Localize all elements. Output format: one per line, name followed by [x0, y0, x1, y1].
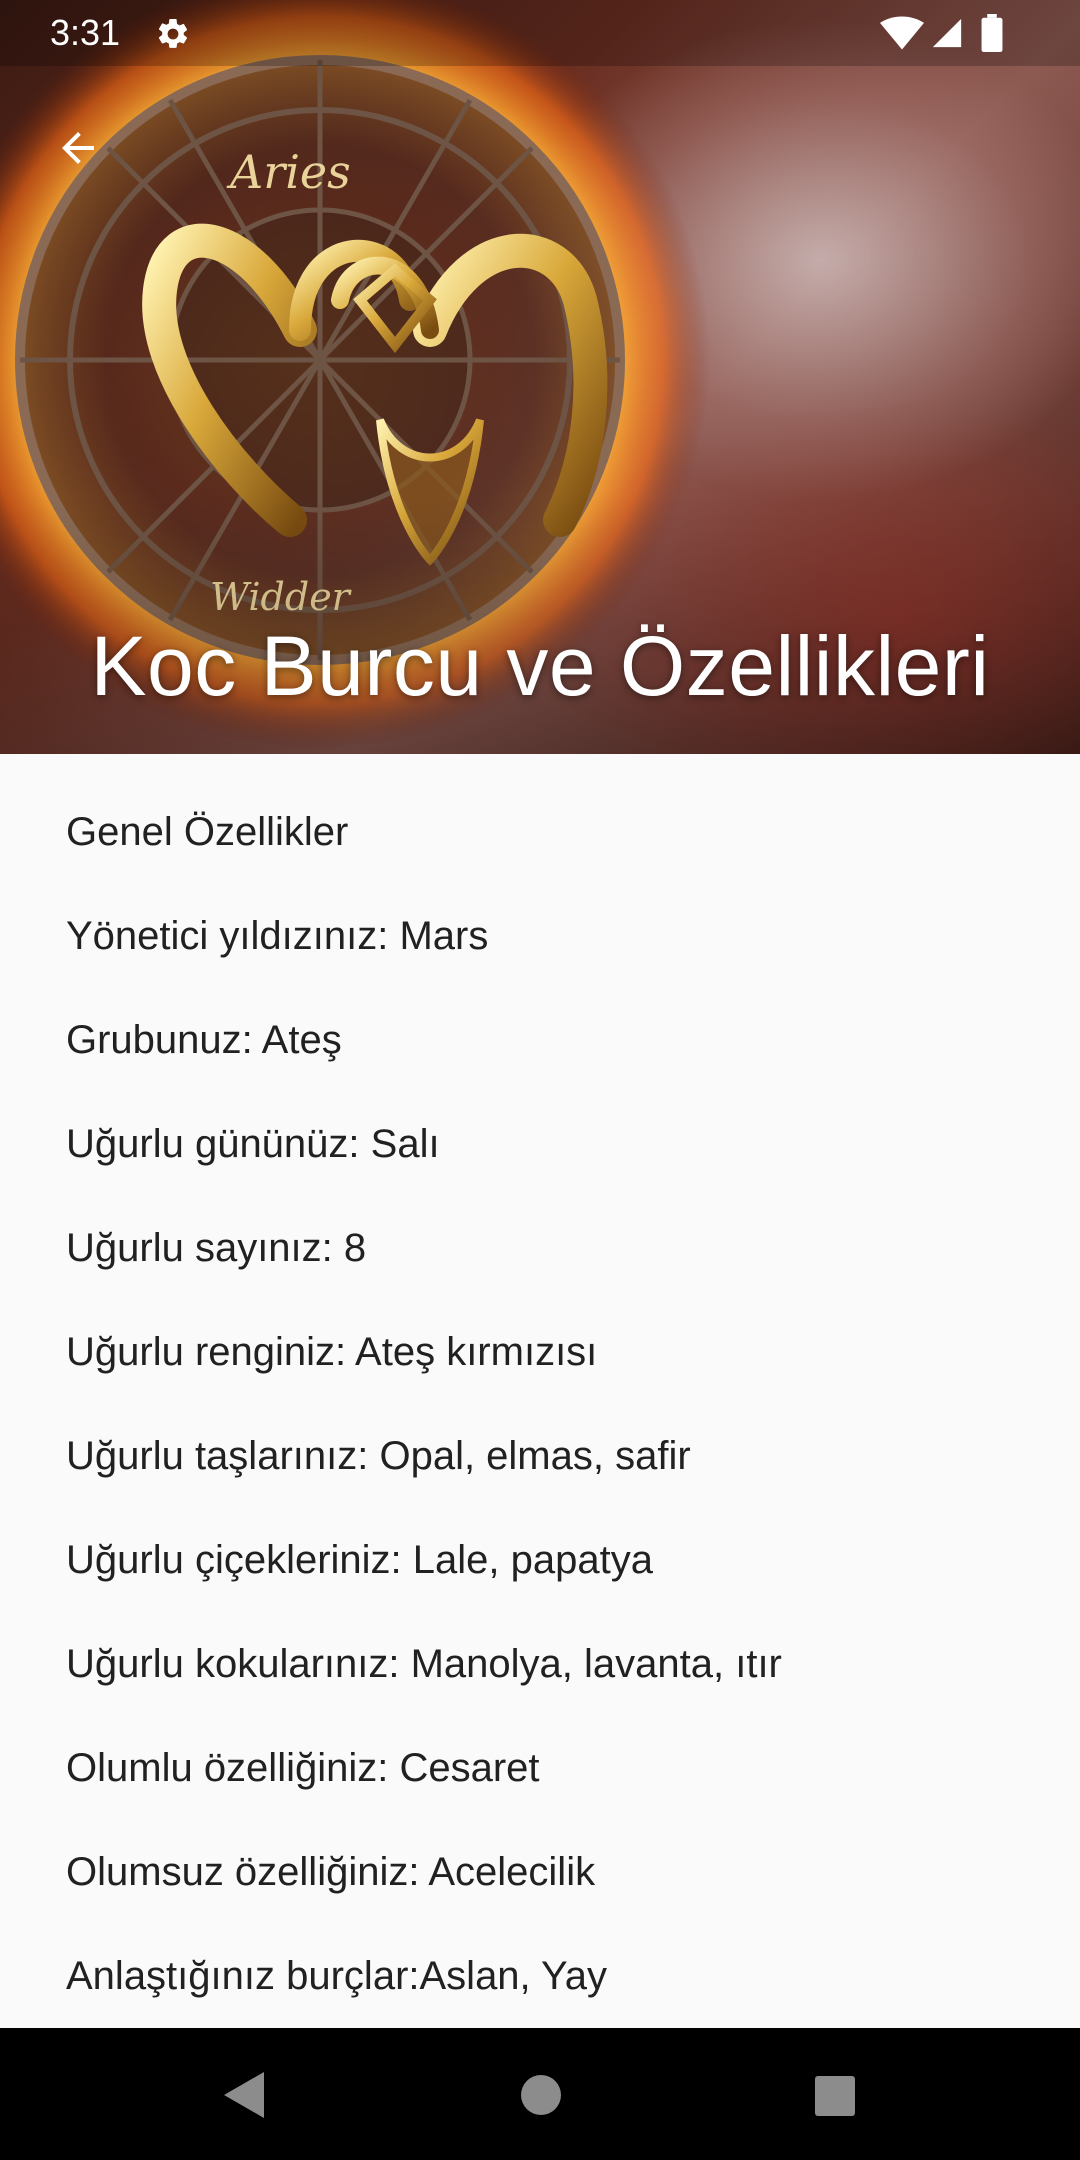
page-title: Koc Burcu ve Özellikleri	[90, 619, 990, 713]
feature-lucky-stones: Uğurlu taşlarınız: Opal, elmas, safir	[66, 1434, 691, 1478]
battery-icon	[981, 14, 1003, 52]
navigation-bar	[0, 2028, 1080, 2160]
feature-ruling-planet: Yönetici yıldızınız: Mars	[66, 914, 489, 958]
feature-lucky-flowers: Uğurlu çiçekleriniz: Lale, papatya	[66, 1538, 653, 1582]
gear-icon	[158, 18, 188, 48]
arrow-back-icon	[62, 132, 94, 164]
feature-negative-trait: Olumsuz özelliğiniz: Acelecilik	[66, 1850, 596, 1894]
aries-lettering: Aries	[226, 145, 351, 199]
header-image: Aries Widder Koc Burcu ve Özellikleri	[0, 0, 1080, 754]
back-button[interactable]	[36, 106, 120, 190]
nav-home-icon[interactable]	[520, 2074, 562, 2116]
nav-recents-icon[interactable]	[815, 2076, 855, 2116]
status-bar: 3:31	[0, 0, 1080, 66]
feature-positive-trait: Olumlu özelliğiniz: Cesaret	[66, 1746, 540, 1790]
signal-icon	[932, 18, 962, 48]
feature-lucky-day: Uğurlu gününüz: Salı	[66, 1122, 440, 1166]
nav-back-icon[interactable]	[222, 2070, 266, 2120]
feature-lucky-scents: Uğurlu kokularınız: Manolya, lavanta, ıt…	[66, 1642, 782, 1686]
feature-compatible-signs: Anlaştığınız burçlar:Aslan, Yay	[66, 1954, 608, 1998]
features-list: Genel Özellikler Yönetici yıldızınız: Ma…	[0, 754, 1080, 2028]
feature-group: Grubunuz: Ateş	[66, 1018, 342, 1062]
feature-lucky-number: Uğurlu sayınız: 8	[66, 1226, 367, 1270]
status-time: 3:31	[50, 12, 121, 53]
feature-lucky-color: Uğurlu renginiz: Ateş kırmızısı	[66, 1330, 598, 1374]
wifi-icon	[880, 16, 924, 50]
screen: Aries Widder Koc Burcu ve Özellikleri 3:…	[0, 0, 1080, 2160]
feature-general-heading: Genel Özellikler	[66, 810, 349, 854]
